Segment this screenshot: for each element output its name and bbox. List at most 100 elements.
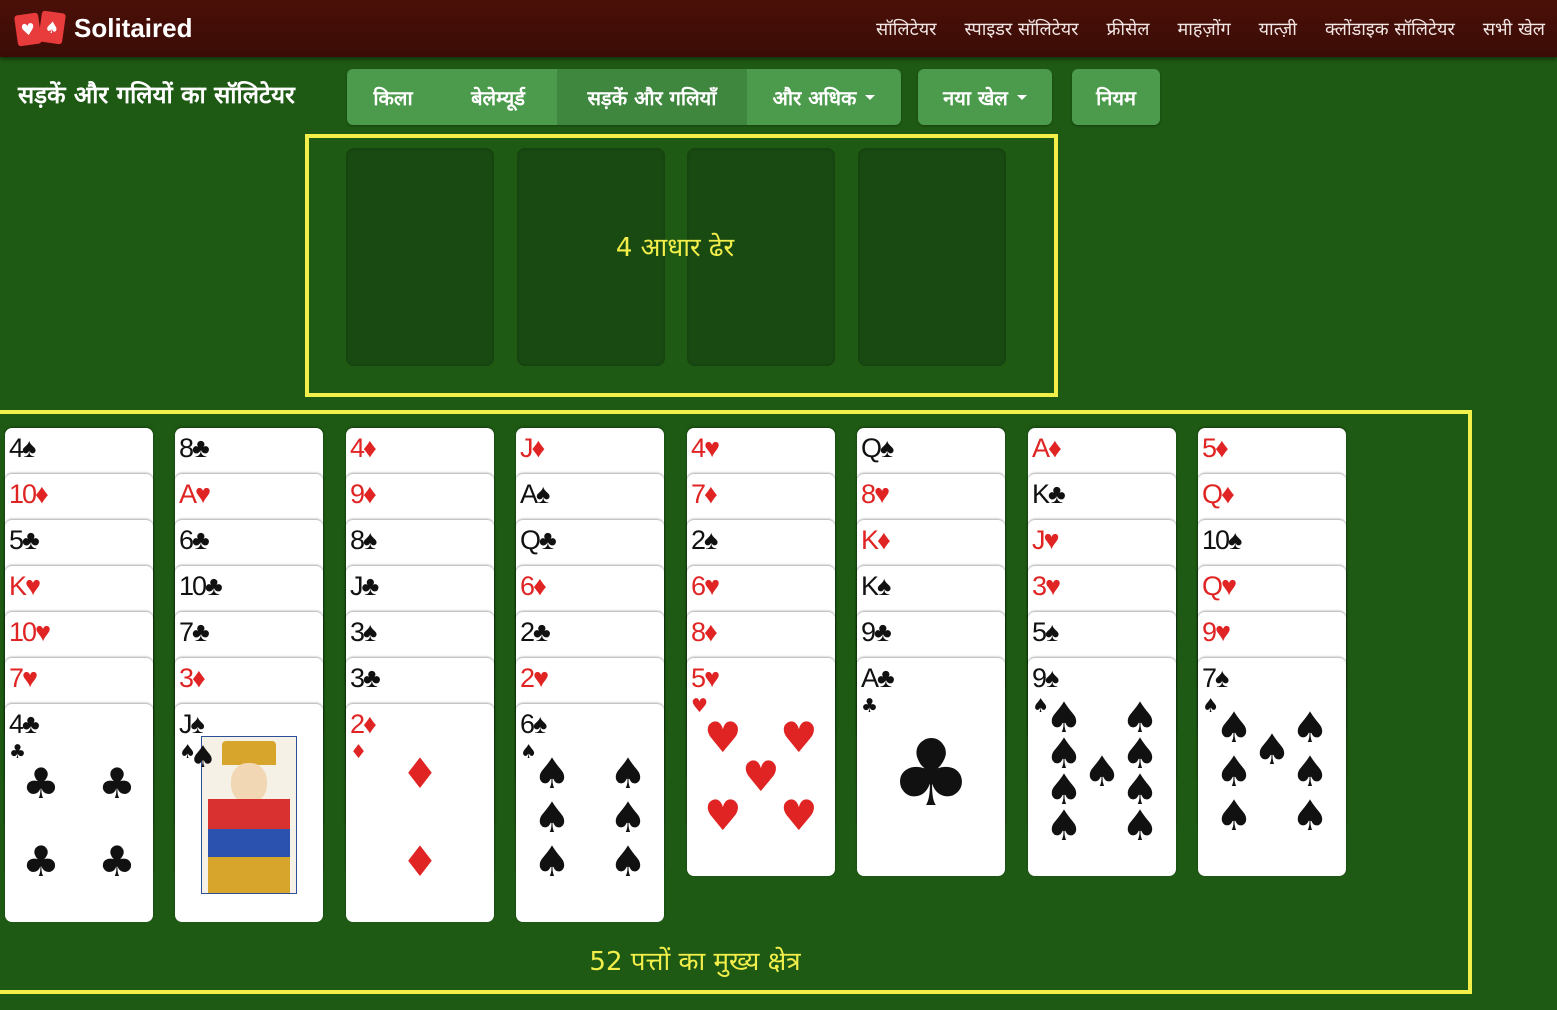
card-rank-label: Q♠ — [861, 433, 894, 463]
suit-icon: ♠ — [609, 749, 647, 798]
card-rank-label: K♣ — [1032, 479, 1066, 509]
card-rank-label: 9♠ — [1032, 663, 1059, 693]
card-rank-label: K♥ — [9, 571, 41, 601]
suit-icon: ♠ — [533, 749, 571, 798]
card-rank-label: 6♠ — [520, 709, 547, 739]
playing-card[interactable]: 6♠ ♠ ♠ ♠ ♠ ♠ ♠ ♠ — [516, 704, 664, 922]
card-rank-label: 10♥ — [9, 617, 51, 647]
playing-card[interactable]: 7♠ ♠ ♠ ♠ ♠ ♠ ♠ ♠ ♠ — [1198, 658, 1346, 876]
suit-icon: ♠ — [1045, 801, 1083, 850]
suit-icon: ♣ — [98, 759, 136, 808]
playing-card[interactable]: J♠ ♠ ♠ — [175, 704, 323, 922]
card-rank-label: 6♦ — [520, 571, 547, 601]
card-rank-label: 3♣ — [350, 663, 381, 693]
new-game-dropdown[interactable]: नया खेल — [918, 69, 1052, 125]
suit-icon: ♠ — [1291, 747, 1329, 796]
foundation-label: 4 आधार ढेर — [615, 233, 735, 263]
suit-icon: ♦ — [350, 741, 368, 763]
suit-icon: ♣ — [22, 837, 60, 886]
playing-card[interactable]: 9♠ ♠ ♠ ♠ ♠ ♠ ♠ ♠ ♠ ♠ ♠ — [1028, 658, 1176, 876]
card-rank-label: 7♥ — [9, 663, 38, 693]
card-rank-label: 8♥ — [861, 479, 890, 509]
playing-card[interactable]: 5♥ ♥ ♥ ♥ ♥ ♥ ♥ — [687, 658, 835, 876]
card-rank-label: 7♦ — [691, 479, 718, 509]
nav-link[interactable]: यात्ज़ी — [1259, 17, 1297, 41]
suit-icon: ♣ — [22, 759, 60, 808]
site-name: Solitaired — [74, 12, 193, 43]
card-rank-label: K♠ — [861, 571, 891, 601]
nav-link[interactable]: फ्रीसेल — [1107, 17, 1150, 41]
card-rank-label: 2♥ — [520, 663, 549, 693]
variant-belemyurd-button[interactable]: बेलेम्यूर्ड — [439, 69, 557, 125]
main-nav: सॉलिटेयर स्पाइडर सॉलिटेयर फ्रीसेल माहज़ोंग य… — [876, 0, 1545, 57]
card-rank-label: 4♥ — [691, 433, 720, 463]
suit-icon: ♥ — [780, 791, 818, 840]
chevron-down-icon — [865, 94, 876, 100]
more-variants-dropdown[interactable]: और अधिक — [747, 69, 901, 125]
nav-link[interactable]: माहज़ोंग — [1177, 17, 1230, 41]
card-rank-label: 6♣ — [179, 525, 210, 555]
card-rank-label: 10♠ — [1202, 525, 1242, 555]
suit-icon: ♠ — [1253, 725, 1291, 774]
card-rank-label: Q♣ — [520, 525, 557, 555]
nav-link[interactable]: क्लोंडाइक सॉलिटेयर — [1325, 17, 1455, 41]
variant-kila-button[interactable]: किला — [347, 69, 439, 125]
card-rank-label: 3♦ — [179, 663, 206, 693]
card-rank-label: J♠ — [179, 709, 205, 739]
card-rank-label: 8♠ — [350, 525, 377, 555]
suit-icon: ♥ — [780, 713, 818, 762]
card-rank-label: 4♣ — [9, 709, 40, 739]
suit-icon: ♠ — [189, 740, 217, 775]
card-rank-label: J♣ — [350, 571, 379, 601]
card-rank-label: 3♥ — [1032, 571, 1061, 601]
suit-icon: ♠ — [1215, 791, 1253, 840]
card-rank-label: 6♥ — [691, 571, 720, 601]
card-rank-label: 5♠ — [1032, 617, 1059, 647]
card-rank-label: 2♠ — [691, 525, 718, 555]
nav-link[interactable]: स्पाइडर सॉलिटेयर — [965, 17, 1079, 41]
card-rank-label: 2♣ — [520, 617, 551, 647]
site-logo[interactable]: ♥ ♠ Solitaired — [13, 10, 193, 47]
card-rank-label: 2♦ — [350, 709, 377, 739]
card-rank-label: 5♥ — [691, 663, 720, 693]
variant-button-group: किला बेलेम्यूर्ड सड़कें और गलियाँ और अधि… — [347, 69, 901, 125]
chevron-down-icon — [1016, 94, 1027, 100]
top-nav-bar: ♥ ♠ Solitaired सॉलिटेयर स्पाइडर सॉलिटेयर फ… — [0, 0, 1557, 57]
card-rank-label: 9♥ — [1202, 617, 1231, 647]
card-rank-label: J♥ — [1032, 525, 1059, 555]
card-rank-label: 5♣ — [9, 525, 40, 555]
variant-streets-alleys-button[interactable]: सड़कें और गलियाँ — [557, 69, 747, 125]
suit-icon: ♦ — [401, 749, 439, 798]
suit-icon: ♥ — [742, 752, 780, 801]
suit-icon: ♠ — [1083, 747, 1121, 796]
card-rank-label: 3♠ — [350, 617, 377, 647]
suit-icon: ♠ — [1121, 801, 1159, 850]
playing-card[interactable]: 4♣ ♣ ♣ ♣ ♣ ♣ — [5, 704, 153, 922]
card-rank-label: A♦ — [1032, 433, 1062, 463]
nav-link[interactable]: सॉलिटेयर — [876, 17, 937, 41]
card-rank-label: A♥ — [179, 479, 211, 509]
foundation-slot[interactable] — [858, 148, 1006, 366]
card-rank-label: 8♦ — [691, 617, 718, 647]
tableau-label: 52 पत्तों का मुख्य क्षेत्र — [589, 947, 801, 977]
rules-button[interactable]: नियम — [1072, 69, 1160, 125]
suit-icon: ♠ — [609, 793, 647, 842]
card-rank-label: J♦ — [520, 433, 545, 463]
card-rank-label: Q♦ — [1202, 479, 1235, 509]
card-rank-label: 5♦ — [1202, 433, 1229, 463]
suit-icon: ♣ — [889, 720, 973, 827]
card-rank-label: 7♣ — [179, 617, 210, 647]
card-rank-label: 7♠ — [1202, 663, 1229, 693]
card-rank-label: 4♠ — [9, 433, 36, 463]
foundation-slot[interactable] — [346, 148, 494, 366]
nav-link[interactable]: सभी खेल — [1483, 17, 1545, 41]
card-rank-label: 4♦ — [350, 433, 377, 463]
suit-icon: ♠ — [1291, 703, 1329, 752]
card-rank-label: 8♣ — [179, 433, 210, 463]
card-rank-label: A♠ — [520, 479, 550, 509]
card-rank-label: 9♣ — [861, 617, 892, 647]
playing-card[interactable]: A♣ ♣ ♣ — [857, 658, 1005, 876]
card-rank-label: 10♣ — [179, 571, 223, 601]
playing-card[interactable]: 2♦ ♦ ♦ ♦ — [346, 704, 494, 922]
suit-icon: ♠ — [1215, 703, 1253, 752]
